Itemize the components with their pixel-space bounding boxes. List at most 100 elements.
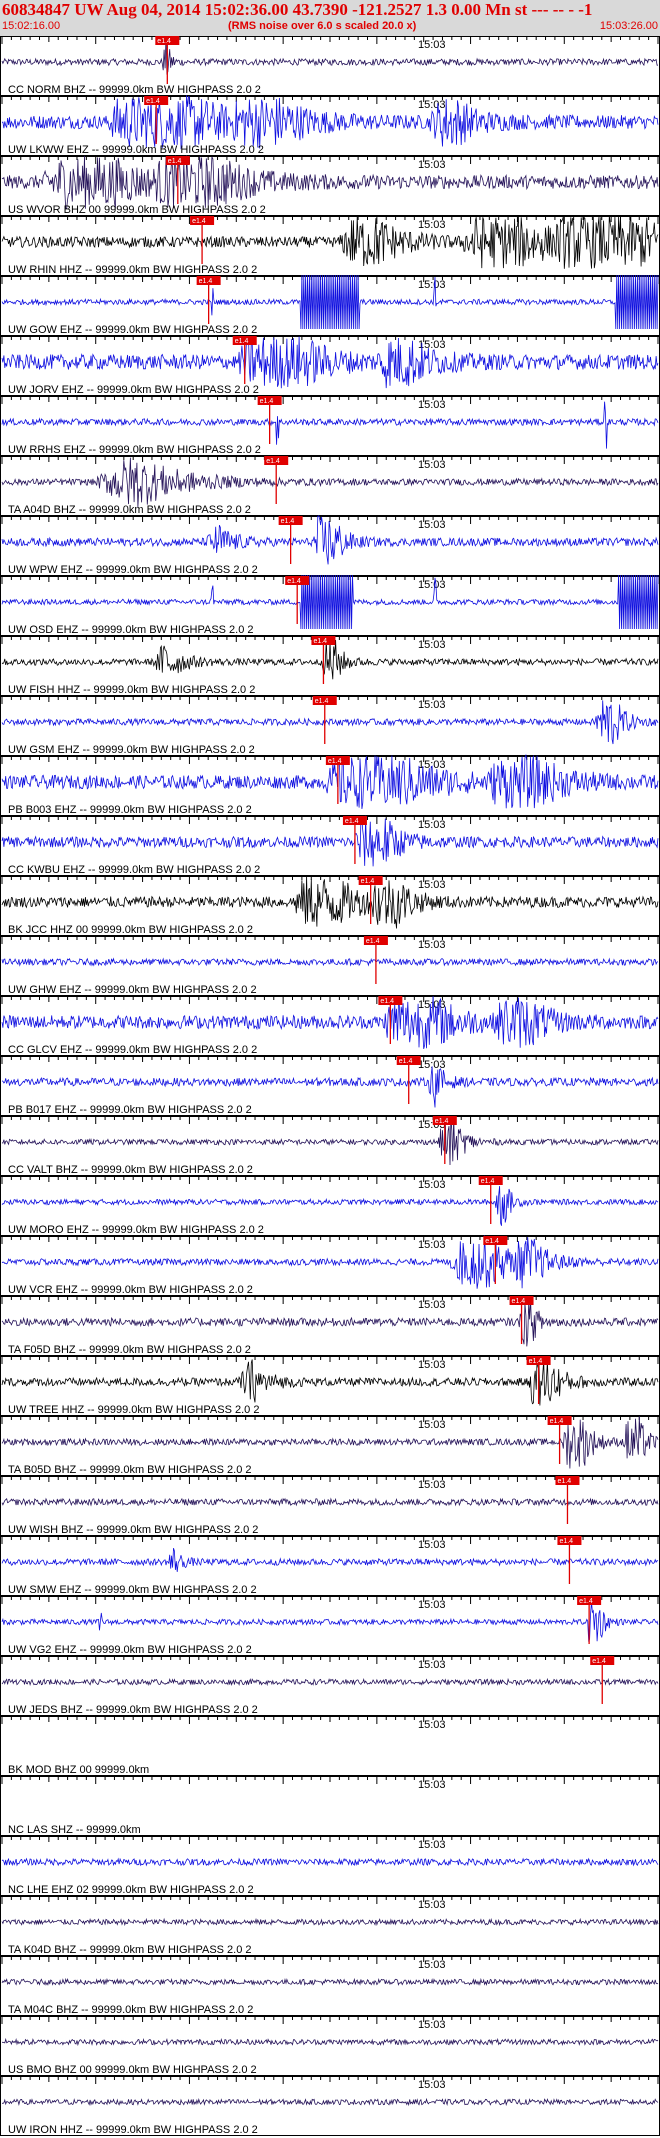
minute-label: 15:03: [418, 879, 446, 891]
station-label: CC GLCV EHZ -- 99999.0km BW HIGHPASS 2.0…: [8, 1044, 257, 1056]
minute-label: 15:03: [418, 819, 446, 831]
minute-label: 15:03: [418, 1659, 446, 1671]
waveform: [1, 957, 659, 967]
waveform: [1, 574, 659, 630]
pick-label: e1.4: [366, 938, 380, 945]
station-label: PB B003 EHZ -- 99999.0km BW HIGHPASS 2.0…: [8, 804, 252, 816]
pick-label: e1.4: [559, 1538, 573, 1545]
waveform: [1, 700, 659, 745]
event-title: 60834847 UW Aug 04, 2014 15:02:36.00 43.…: [2, 0, 593, 19]
minute-label: 15:03: [418, 1599, 446, 1611]
waveform: [1, 95, 659, 150]
pick-label: e1.4: [399, 1058, 413, 1065]
rms-noise-note: (RMS noise over 6.0 s scaled 20.0 x): [228, 20, 417, 32]
station-label: TA M04C BHZ -- 99999.0km BW HIGHPASS 2.0…: [8, 2004, 253, 2016]
station-label: CC VALT BHZ -- 99999.0km BW HIGHPASS 2.0…: [8, 1164, 253, 1176]
waveform: [1, 639, 659, 680]
station-label: UW WISH BHZ -- 99999.0km BW HIGHPASS 2.0…: [8, 1524, 258, 1536]
station-label: US WVOR BHZ 00 99999.0km BW HIGHPASS 2.0…: [8, 204, 266, 216]
waveform: [1, 815, 659, 867]
station-label: UW GSM EHZ -- 99999.0km BW HIGHPASS 2.0 …: [8, 744, 255, 756]
minute-label: 15:03: [418, 399, 446, 411]
waveform: [1, 2097, 659, 2107]
station-label: UW MORO EHZ -- 99999.0km BW HIGHPASS 2.0…: [8, 1224, 264, 1236]
pick-label: e1.4: [380, 998, 394, 1005]
waveform: [1, 401, 659, 449]
pick-label: e1.4: [315, 698, 329, 705]
pick-label: e1.4: [481, 1178, 495, 1185]
plot-header: 60834847 UW Aug 04, 2014 15:02:36.00 43.…: [0, 0, 660, 36]
waveform: [1, 1297, 659, 1347]
end-time: 15:03:26.00: [599, 20, 658, 32]
station-label: PB B017 EHZ -- 99999.0km BW HIGHPASS 2.0…: [8, 1104, 252, 1116]
minute-label: 15:03: [418, 1479, 446, 1491]
pick-label: e1.4: [281, 518, 295, 525]
pick-label: e1.4: [557, 1478, 571, 1485]
minute-label: 15:03: [418, 1359, 446, 1371]
waveform: [1, 1977, 659, 1986]
pick-label: e1.4: [157, 38, 171, 45]
waveform: [1, 1357, 659, 1406]
station-label: TA A04D BHZ -- 99999.0km BW HIGHPASS 2.0…: [8, 504, 251, 516]
pick-label: e1.4: [192, 218, 206, 225]
waveform: [1, 1547, 659, 1572]
minute-label: 15:03: [418, 699, 446, 711]
station-label: UW JORV EHZ -- 99999.0km BW HIGHPASS 2.0…: [8, 384, 259, 396]
minute-label: 15:03: [418, 1899, 446, 1911]
minute-label: 15:03: [418, 159, 446, 171]
waveform: [1, 1186, 659, 1226]
station-label: NC LAS SHZ -- 99999.0km: [8, 1824, 141, 1836]
waveform: [1, 1677, 659, 1687]
waveform: [1, 996, 659, 1049]
minute-label: 15:03: [418, 1239, 446, 1251]
station-label: BK MOD BHZ 00 99999.0km: [8, 1764, 149, 1776]
station-label: CC NORM BHZ -- 99999.0km BW HIGHPASS 2.0…: [8, 84, 261, 96]
minute-label: 15:03: [418, 1719, 446, 1731]
station-label: TA F05D BHZ -- 99999.0km BW HIGHPASS 2.0…: [8, 1344, 251, 1356]
minute-label: 15:03: [418, 759, 446, 771]
station-label: UW TREE HHZ -- 99999.0km BW HIGHPASS 2.0…: [8, 1404, 259, 1416]
waveform: [1, 1066, 659, 1108]
minute-label: 15:03: [418, 639, 446, 651]
minute-label: 15:03: [418, 219, 446, 231]
waveform: [1, 214, 659, 269]
waveform: [1, 1497, 659, 1507]
pick-label: e1.4: [579, 1598, 593, 1605]
pick-label: e1.4: [266, 458, 280, 465]
pick-label: e1.4: [313, 638, 327, 645]
station-label: UW OSD EHZ -- 99999.0km BW HIGHPASS 2.0 …: [8, 624, 254, 636]
pick-label: e1.4: [550, 1418, 564, 1425]
minute-label: 15:03: [418, 39, 446, 51]
seismogram-plot: 15:03 CC NORM BHZ -- 99999.0km BW HIGHPAS…: [0, 36, 660, 2136]
minute-label: 15:03: [418, 2079, 446, 2091]
minute-label: 15:03: [418, 519, 446, 531]
pick-label: e1.4: [199, 278, 213, 285]
minute-label: 15:03: [418, 1179, 446, 1191]
minute-label: 15:03: [418, 279, 446, 291]
waveform: [1, 336, 659, 389]
station-label: UW FISH HHZ -- 99999.0km BW HIGHPASS 2.0…: [8, 684, 255, 696]
waveform: [1, 875, 659, 929]
minute-label: 15:03: [418, 2019, 446, 2031]
minute-label: 15:03: [418, 1539, 446, 1551]
station-label: CC KWBU EHZ -- 99999.0km BW HIGHPASS 2.0…: [8, 864, 260, 876]
minute-label: 15:03: [418, 459, 446, 471]
waveform: [1, 1857, 659, 1867]
station-label: NC LHE EHZ 02 99999.0km BW HIGHPASS 2.0 …: [8, 1884, 254, 1896]
waveform: [1, 515, 659, 565]
minute-label: 15:03: [418, 99, 446, 111]
pick-label: e1.4: [529, 1358, 543, 1365]
waveform: [1, 457, 659, 508]
waveform: [1, 155, 659, 210]
station-label: UW JEDS BHZ -- 99999.0km BW HIGHPASS 2.0…: [8, 1704, 258, 1716]
pick-label: e1.4: [260, 398, 274, 405]
station-label: UW RRHS EHZ -- 99999.0km BW HIGHPASS 2.0…: [8, 444, 261, 456]
pick-label: e1.4: [512, 1298, 526, 1305]
station-label: BK JCC HHZ 00 99999.0km BW HIGHPASS 2.0 …: [8, 924, 253, 936]
station-label: UW GOW EHZ -- 99999.0km BW HIGHPASS 2.0 …: [8, 324, 257, 336]
minute-label: 15:03: [418, 1779, 446, 1791]
pick-label: e1.4: [235, 338, 249, 345]
pick-label: e1.4: [328, 758, 342, 765]
start-time: 15:02:16.00: [2, 20, 61, 32]
station-label: TA B05D BHZ -- 99999.0km BW HIGHPASS 2.0…: [8, 1464, 252, 1476]
